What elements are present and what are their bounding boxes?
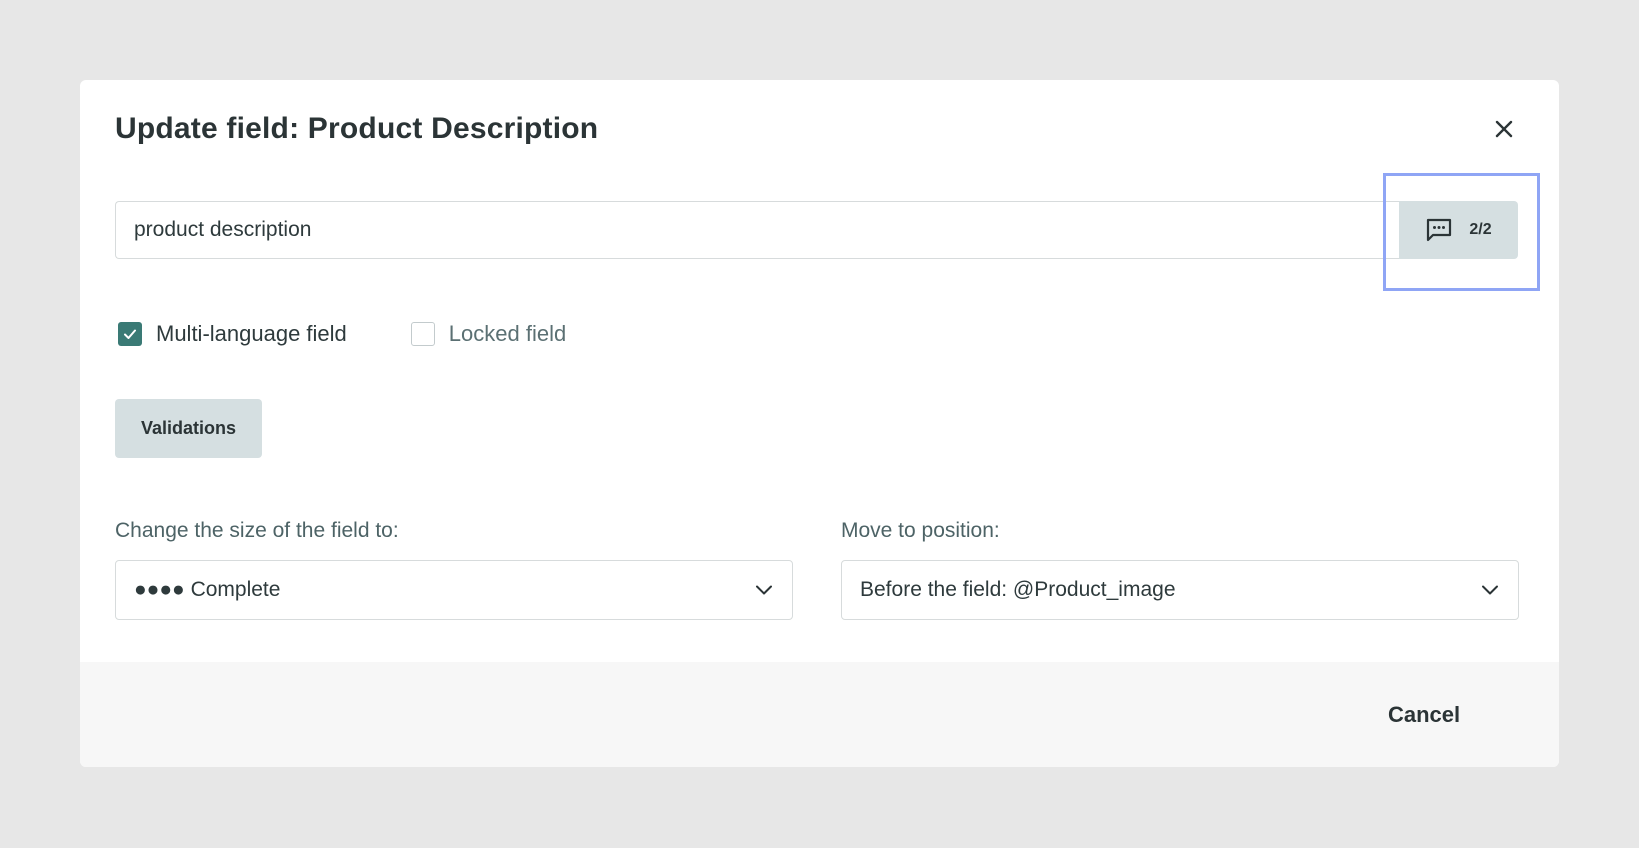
comment-dots-icon <box>1427 218 1452 242</box>
chevron-down-icon <box>1482 585 1498 595</box>
size-group: Change the size of the field to: ●●●● Co… <box>115 516 793 620</box>
position-select[interactable]: Before the field: @Product_image <box>841 560 1519 620</box>
close-icon <box>1495 120 1513 138</box>
close-button[interactable] <box>1480 105 1528 153</box>
check-icon <box>124 329 136 339</box>
dialog-title: Update field: Product Description <box>115 112 599 145</box>
field-name-row: 2/2 <box>115 201 1518 259</box>
position-label: Move to position: <box>841 519 1000 542</box>
multi-language-label: Multi-language field <box>156 321 347 346</box>
chevron-down-icon <box>756 585 772 595</box>
position-group: Move to position: Before the field: @Pro… <box>841 516 1519 620</box>
locked-field-checkbox[interactable]: Locked field <box>410 321 567 347</box>
validations-button[interactable]: Validations <box>115 399 262 458</box>
field-name-input[interactable] <box>115 201 1399 259</box>
checkbox-checked[interactable] <box>118 322 142 346</box>
translations-count: 2/2 <box>1469 221 1492 238</box>
locked-field-label: Locked field <box>448 321 567 346</box>
field-options: Multi-language field Locked field <box>118 314 566 354</box>
position-selected-value: Before the field: @Product_image <box>860 578 1176 601</box>
checkbox-unchecked[interactable] <box>410 322 435 346</box>
size-label: Change the size of the field to: <box>115 519 399 542</box>
translations-button[interactable]: 2/2 <box>1399 201 1518 259</box>
multi-language-checkbox[interactable]: Multi-language field <box>118 321 347 347</box>
cancel-button[interactable]: Cancel <box>1380 698 1468 732</box>
dialog-footer: Cancel <box>80 662 1559 767</box>
update-field-dialog: Update field: Product Description 2/2 Mu <box>80 80 1559 767</box>
size-selected-value: ●●●● Complete <box>134 578 281 601</box>
size-select[interactable]: ●●●● Complete <box>115 560 793 620</box>
